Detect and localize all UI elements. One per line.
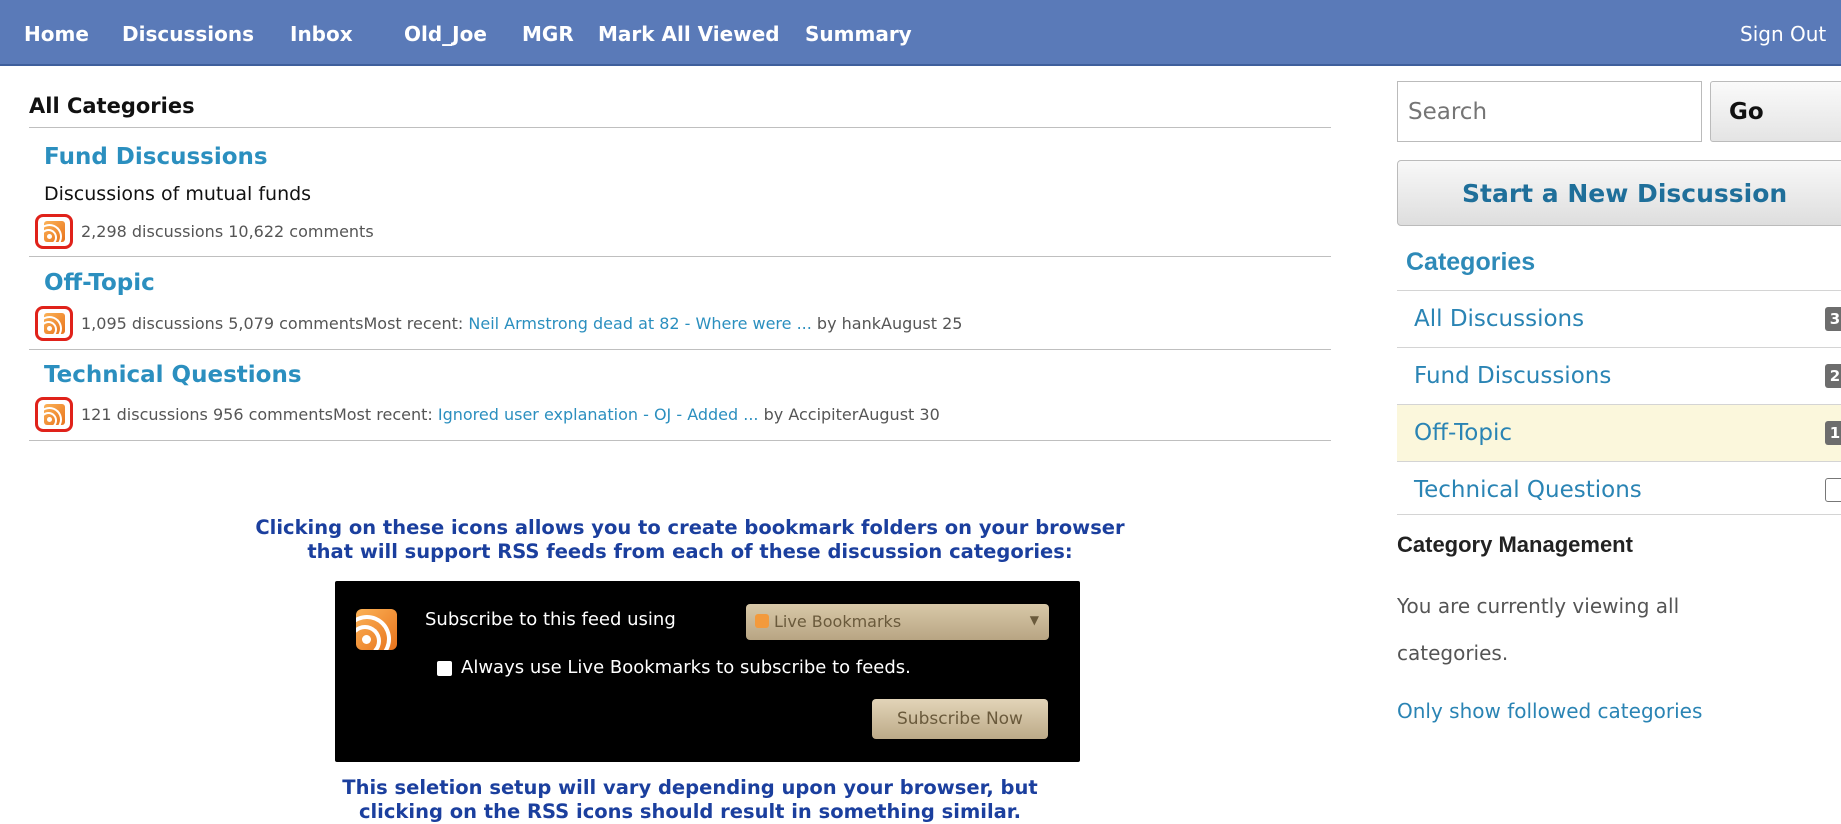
top-nav-bar: Home Discussions Inbox Old_Joe MGR Mark … (0, 0, 1841, 66)
annotation-line: This seletion setup will vary depending … (342, 776, 1038, 799)
only-followed-categories-link[interactable]: Only show followed categories (1397, 699, 1702, 723)
sidebar-item-all-discussions[interactable]: All Discussions 3 (1397, 291, 1841, 347)
category-link-technical-questions[interactable]: Technical Questions (44, 362, 302, 388)
dropdown-arrow-icon: ▼ (1029, 613, 1039, 627)
sidebar-item-label: Off-Topic (1414, 420, 1512, 446)
nav-user-profile[interactable]: Old_Joe (404, 22, 487, 46)
most-recent-label: Most recent: (363, 314, 464, 333)
most-recent-discussion-link[interactable]: Neil Armstrong dead at 82 - Where were .… (468, 314, 811, 333)
divider (29, 349, 1331, 350)
most-recent-label: Most recent: (332, 405, 433, 424)
sign-out-link[interactable]: Sign Out (1740, 22, 1826, 46)
category-management-heading: Category Management (1397, 532, 1633, 557)
most-recent-date: August 30 (858, 405, 940, 424)
always-use-checkbox[interactable] (437, 661, 452, 676)
sidebar-item-label: All Discussions (1414, 306, 1585, 332)
divider (29, 256, 1331, 257)
rss-icon (43, 313, 65, 334)
count-badge: 3 (1825, 307, 1841, 331)
rss-feed-button[interactable] (35, 397, 73, 432)
most-recent-date: August 25 (881, 314, 963, 333)
sidebar-item-label: Fund Discussions (1414, 363, 1612, 389)
rss-icon (43, 404, 65, 425)
subscribe-label: Subscribe to this feed using (425, 609, 676, 630)
feed-subscribe-dialog: Subscribe to this feed using Live Bookma… (335, 581, 1080, 762)
nav-inbox[interactable]: Inbox (290, 22, 353, 46)
most-recent-author: by Accipiter (758, 405, 859, 424)
annotation-bottom: This seletion setup will vary depending … (190, 776, 1190, 824)
rss-icon (43, 221, 65, 242)
viewing-status-text: You are currently viewing all categories… (1397, 594, 1680, 665)
rss-icon (356, 609, 397, 650)
annotation-top: Clicking on these icons allows you to cr… (190, 516, 1190, 564)
category-link-fund-discussions[interactable]: Fund Discussions (44, 144, 268, 170)
rss-feed-button[interactable] (35, 306, 73, 341)
count-badge: 1 (1825, 421, 1841, 445)
nav-home[interactable]: Home (24, 22, 89, 46)
count-badge (1825, 478, 1841, 502)
category-meta: 1,095 discussions 5,079 commentsMost rec… (81, 314, 962, 333)
divider (29, 440, 1331, 441)
divider (29, 127, 1331, 128)
annotation-line: clicking on the RSS icons should result … (358, 800, 1022, 823)
sidebar-item-technical-questions[interactable]: Technical Questions (1397, 462, 1841, 518)
category-stats: 2,298 discussions 10,622 comments (81, 222, 374, 241)
count-badge: 2 (1825, 364, 1841, 388)
categories-heading: Categories (1406, 248, 1536, 276)
rss-feed-button[interactable] (35, 214, 73, 249)
most-recent-discussion-link[interactable]: Ignored user explanation - OJ - Added ..… (438, 405, 759, 424)
nav-mgr[interactable]: MGR (522, 22, 574, 46)
annotation-line: that will support RSS feeds from each of… (307, 540, 1073, 563)
annotation-line: Clicking on these icons allows you to cr… (255, 516, 1125, 539)
nav-discussions[interactable]: Discussions (122, 22, 254, 46)
feed-reader-selected: Live Bookmarks (774, 612, 902, 631)
most-recent-author: by hank (811, 314, 881, 333)
category-link-off-topic[interactable]: Off-Topic (44, 270, 155, 296)
live-bookmarks-icon (755, 614, 769, 628)
search-input[interactable] (1397, 81, 1702, 142)
search-go-button[interactable]: Go (1710, 81, 1841, 142)
sidebar-item-label: Technical Questions (1414, 477, 1642, 503)
always-use-label: Always use Live Bookmarks to subscribe t… (461, 657, 911, 678)
category-description: Discussions of mutual funds (44, 183, 312, 205)
nav-summary[interactable]: Summary (805, 22, 912, 46)
sidebar-item-fund-discussions[interactable]: Fund Discussions 2 (1397, 348, 1841, 404)
nav-mark-all-viewed[interactable]: Mark All Viewed (598, 22, 780, 46)
feed-reader-select[interactable]: Live Bookmarks ▼ (746, 604, 1049, 640)
subscribe-now-button[interactable]: Subscribe Now (872, 699, 1048, 739)
category-stats: 1,095 discussions 5,079 comments (81, 314, 364, 333)
page-title: All Categories (29, 94, 195, 118)
category-stats: 121 discussions 956 comments (81, 405, 333, 424)
category-meta: 121 discussions 956 commentsMost recent:… (81, 405, 940, 424)
divider (1397, 514, 1841, 515)
start-new-discussion-button[interactable]: Start a New Discussion (1397, 160, 1841, 226)
sidebar-item-off-topic[interactable]: Off-Topic 1 (1397, 405, 1841, 461)
